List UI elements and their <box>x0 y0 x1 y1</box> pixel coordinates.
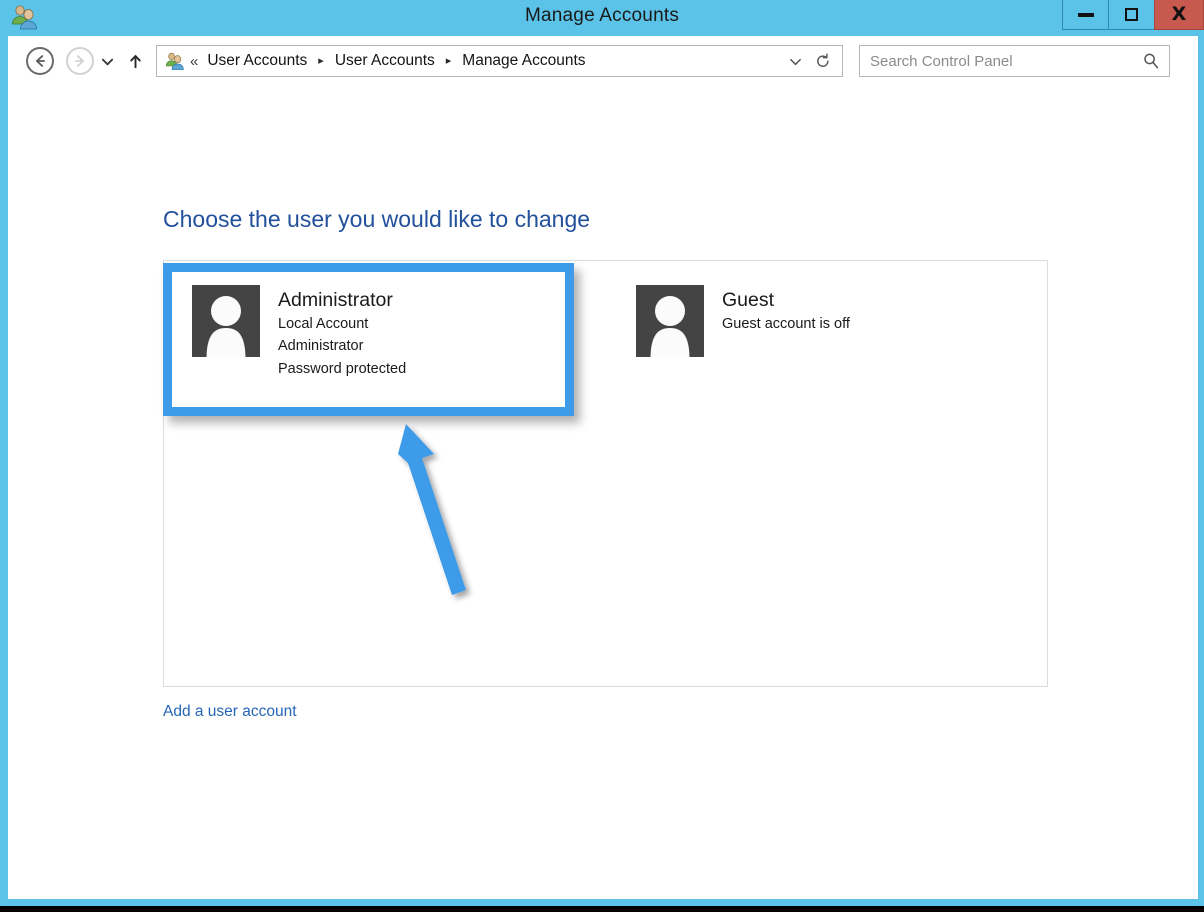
account-details: Administrator Local Account Administrato… <box>278 285 406 380</box>
breadcrumb-separator-icon[interactable]: ▸ <box>446 55 452 67</box>
search-box[interactable]: Search Control Panel <box>859 45 1170 77</box>
forward-button[interactable] <box>66 47 94 75</box>
breadcrumb-item-manage-accounts[interactable]: Manage Accounts <box>460 50 587 72</box>
user-accounts-icon <box>164 51 185 71</box>
refresh-icon <box>817 53 829 67</box>
account-role: Administrator <box>278 338 364 355</box>
user-avatar-icon <box>192 285 260 357</box>
window-body: « User Accounts ▸ User Accounts ▸ Manage… <box>8 36 1198 899</box>
user-avatar-icon <box>636 285 704 357</box>
breadcrumb-item-user-accounts-1[interactable]: User Accounts <box>205 50 309 72</box>
recent-pages-button[interactable] <box>94 47 120 75</box>
account-status: Guest account is off <box>722 316 850 333</box>
control-panel-window: Manage Accounts X « User Accounts ▸ User… <box>0 0 1204 906</box>
forward-arrow-icon <box>66 47 94 75</box>
navigation-toolbar: « User Accounts ▸ User Accounts ▸ Manage… <box>8 36 1198 86</box>
content-area: Choose the user you would like to change… <box>8 86 1198 899</box>
minimize-icon <box>1077 12 1094 17</box>
user-accounts-panel: Administrator Local Account Administrato… <box>163 260 1048 687</box>
account-password-status: Password protected <box>278 360 407 377</box>
close-icon: X <box>1171 3 1187 25</box>
add-user-account-link[interactable]: Add a user account <box>163 703 297 721</box>
account-details: Guest Guest account is off <box>722 285 850 335</box>
window-title: Manage Accounts <box>524 5 680 26</box>
up-arrow-icon <box>129 54 141 68</box>
up-button[interactable] <box>120 47 150 75</box>
breadcrumb-overflow[interactable]: « <box>190 53 198 70</box>
address-dropdown-button[interactable] <box>782 47 808 75</box>
refresh-button[interactable] <box>808 47 838 75</box>
account-tile-guest[interactable]: Guest Guest account is off <box>636 285 850 357</box>
breadcrumb-separator-icon[interactable]: ▸ <box>318 55 324 67</box>
address-bar[interactable]: « User Accounts ▸ User Accounts ▸ Manage… <box>156 45 843 77</box>
back-button[interactable] <box>26 47 54 75</box>
search-input[interactable]: Search Control Panel <box>870 53 1141 70</box>
search-icon[interactable] <box>1141 51 1161 71</box>
account-name: Guest <box>722 289 775 311</box>
window-controls: X <box>1062 0 1204 30</box>
title-bar: Manage Accounts X <box>0 0 1204 36</box>
back-arrow-icon <box>26 47 54 75</box>
maximize-icon <box>1125 8 1138 21</box>
chevron-down-icon <box>789 58 801 65</box>
maximize-button[interactable] <box>1108 0 1155 30</box>
account-tile-administrator[interactable]: Administrator Local Account Administrato… <box>192 285 406 380</box>
minimize-button[interactable] <box>1062 0 1109 30</box>
page-title: Choose the user you would like to change <box>163 206 591 232</box>
breadcrumb-item-user-accounts-2[interactable]: User Accounts <box>333 50 437 72</box>
account-name: Administrator <box>278 289 393 311</box>
chevron-down-icon <box>101 58 113 65</box>
close-button[interactable]: X <box>1154 0 1204 30</box>
account-type: Local Account <box>278 316 369 333</box>
